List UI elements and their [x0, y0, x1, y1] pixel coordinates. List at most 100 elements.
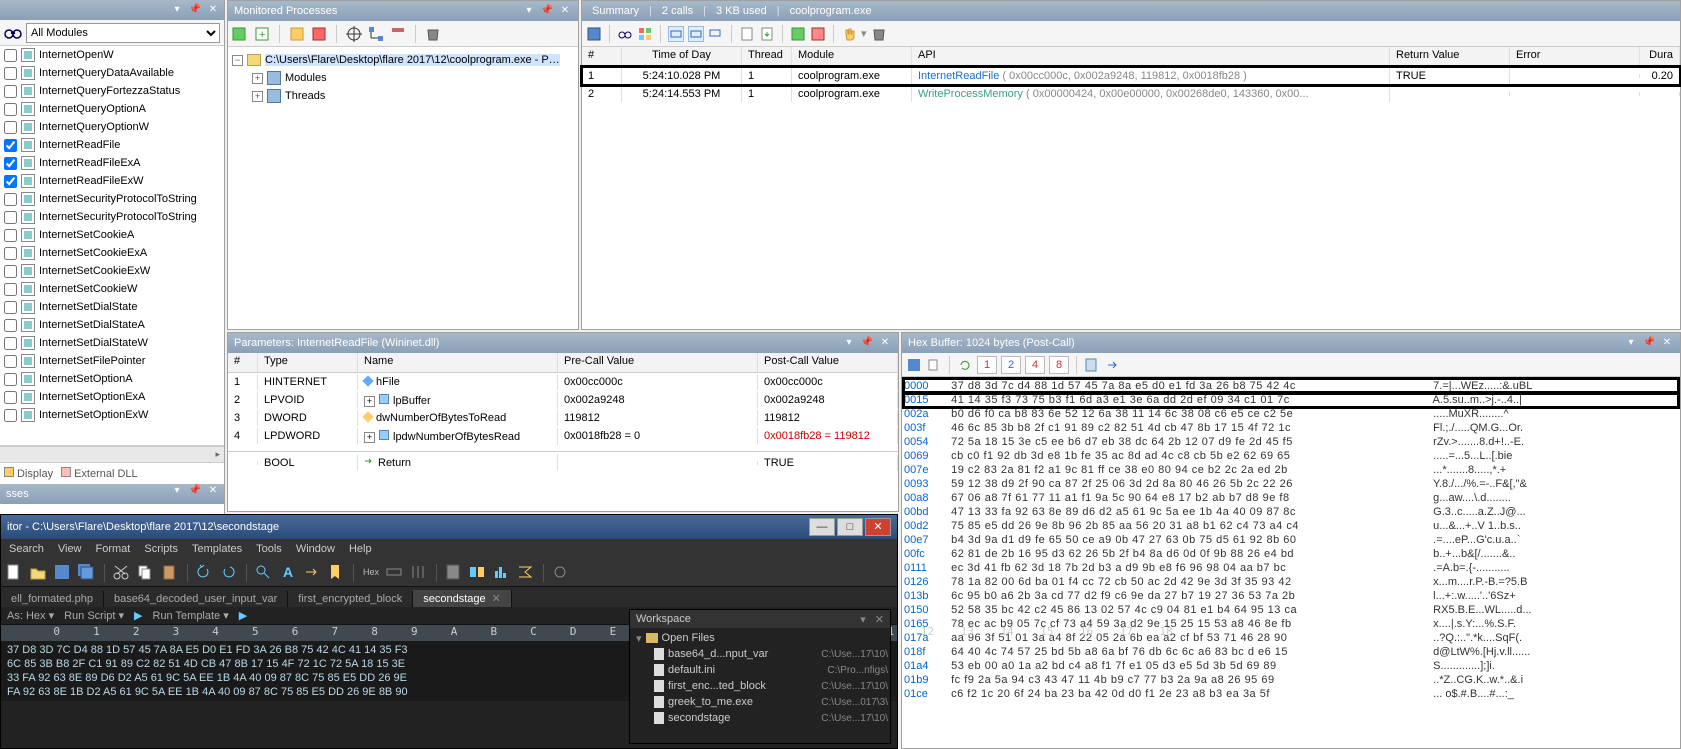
- api-item[interactable]: InternetSetFilePointer: [0, 352, 224, 370]
- close-icon[interactable]: ✕: [878, 336, 892, 350]
- api-checkbox[interactable]: [4, 229, 17, 242]
- params-body[interactable]: 1HINTERNEThFile0x00cc000c0x00cc000c2LPVO…: [228, 373, 898, 445]
- memory-used[interactable]: 3 KB used: [716, 5, 767, 17]
- pin-icon[interactable]: 📌: [188, 3, 202, 17]
- col-num[interactable]: #: [582, 47, 622, 66]
- summary-tab[interactable]: Summary: [592, 5, 639, 17]
- tree-root[interactable]: − C:\Users\Flare\Desktop\flare 2017\12\c…: [232, 51, 574, 69]
- replace-icon[interactable]: A: [278, 563, 298, 583]
- dropdown-icon[interactable]: ▾: [170, 3, 184, 17]
- dropdown-icon[interactable]: ▾: [170, 484, 184, 498]
- saveall-icon[interactable]: [77, 563, 97, 583]
- settings-icon[interactable]: [551, 563, 571, 583]
- api-checkbox[interactable]: [4, 265, 17, 278]
- api-checkbox[interactable]: [4, 373, 17, 386]
- hex-toggle-icon[interactable]: Hex: [361, 563, 381, 583]
- close-button[interactable]: ✕: [865, 518, 891, 536]
- workspace-file[interactable]: greek_to_me.exeC:\Use...017\3\: [632, 694, 888, 710]
- workspace-file[interactable]: default.iniC:\Pro...nfigs\: [632, 662, 888, 678]
- editor-tab[interactable]: base64_decoded_user_input_var: [104, 591, 288, 607]
- link3-icon[interactable]: [708, 26, 724, 42]
- calls-body[interactable]: 15:24:10.028 PM1coolprogram.exeInternetR…: [582, 67, 1680, 103]
- hex-row[interactable]: 003f 46 6c 85 3b b8 2f c1 91 89 c2 82 51…: [904, 421, 1678, 435]
- api-checkbox[interactable]: [4, 49, 17, 62]
- excel-x-icon[interactable]: [810, 26, 826, 42]
- col-module[interactable]: Module: [792, 47, 912, 66]
- api-item[interactable]: InternetOpenW: [0, 46, 224, 64]
- hex-row[interactable]: 01b9 fc f9 2a 5a 94 c3 43 47 11 4b b9 c7…: [904, 673, 1678, 687]
- redo-icon[interactable]: [219, 563, 239, 583]
- close-icon[interactable]: ✕: [206, 484, 220, 498]
- param-row[interactable]: 1HINTERNEThFile0x00cc000c0x00cc000c: [228, 373, 898, 391]
- col-error[interactable]: Error: [1510, 47, 1640, 66]
- menu-scripts[interactable]: Scripts: [144, 543, 178, 555]
- editor-tab[interactable]: ell_formated.php: [1, 591, 104, 607]
- doc-icon[interactable]: [739, 26, 755, 42]
- dropdown-icon[interactable]: ▾: [860, 614, 866, 626]
- binoculars-icon[interactable]: [4, 24, 22, 42]
- api-checkbox[interactable]: [4, 211, 17, 224]
- api-checkbox[interactable]: [4, 85, 17, 98]
- col-pre[interactable]: Pre-Call Value: [558, 353, 758, 372]
- api-checkbox[interactable]: [4, 139, 17, 152]
- maximize-button[interactable]: □: [837, 518, 863, 536]
- workspace-file[interactable]: base64_d...nput_varC:\Use...17\10\: [632, 646, 888, 662]
- copy-icon[interactable]: [136, 563, 156, 583]
- byte-8-button[interactable]: 8: [1049, 356, 1069, 374]
- hex-row[interactable]: 0093 59 12 38 d9 2f 90 ca 87 2f 25 06 3d…: [904, 477, 1678, 491]
- hex-row[interactable]: 00d2 75 85 e5 dd 26 9e 8b 96 2b 85 aa 56…: [904, 519, 1678, 533]
- warn-icon[interactable]: [289, 26, 305, 42]
- stop-icon[interactable]: [311, 26, 327, 42]
- api-checkbox[interactable]: [4, 355, 17, 368]
- hex-row[interactable]: 00a8 67 06 a8 7f 61 77 11 a1 f1 9a 5c 90…: [904, 491, 1678, 505]
- api-item[interactable]: InternetQueryOptionW: [0, 118, 224, 136]
- api-item[interactable]: InternetSetDialStateA: [0, 316, 224, 334]
- expand-icon[interactable]: +: [252, 73, 263, 84]
- cut-icon[interactable]: [112, 563, 132, 583]
- hex-row[interactable]: 0150 52 58 35 bc 42 c2 45 86 13 02 57 4c…: [904, 603, 1678, 617]
- api-item[interactable]: InternetSetCookieA: [0, 226, 224, 244]
- pin-icon[interactable]: 📌: [1642, 336, 1656, 350]
- add-icon[interactable]: +: [254, 26, 270, 42]
- link2-icon[interactable]: [688, 26, 704, 42]
- hex-row[interactable]: 0126 78 1a 82 00 6d ba 01 f4 cc 72 cb 50…: [904, 575, 1678, 589]
- menu-format[interactable]: Format: [96, 543, 131, 555]
- trash-icon[interactable]: [871, 26, 887, 42]
- play-icon[interactable]: [232, 26, 248, 42]
- process-name[interactable]: coolprogram.exe: [790, 5, 872, 17]
- ruler-icon[interactable]: [385, 563, 405, 583]
- compare-icon[interactable]: [468, 563, 488, 583]
- api-item[interactable]: InternetReadFileExA: [0, 154, 224, 172]
- close-icon[interactable]: ✕: [206, 3, 220, 17]
- new-icon[interactable]: [5, 563, 25, 583]
- api-checkbox[interactable]: [4, 121, 17, 134]
- menu-window[interactable]: Window: [296, 543, 335, 555]
- as-dropdown[interactable]: As: Hex ▾: [7, 609, 54, 622]
- dropdown-icon[interactable]: ▾: [522, 4, 536, 18]
- tree-item-modules[interactable]: + Modules: [232, 69, 574, 87]
- close-icon[interactable]: ✕: [558, 4, 572, 18]
- col-name[interactable]: Name: [358, 353, 558, 372]
- workspace-body[interactable]: ▾ Open Files base64_d...nput_varC:\Use..…: [630, 628, 890, 728]
- workspace-root[interactable]: ▾ Open Files: [632, 630, 888, 646]
- col-num[interactable]: #: [228, 353, 258, 372]
- hex-row[interactable]: 0054 72 5a 18 15 3e c5 ee b6 d7 eb 38 dc…: [904, 435, 1678, 449]
- byte-2-button[interactable]: 2: [1001, 356, 1021, 374]
- hex-body[interactable]: 0000 37 d8 3d 7c d4 88 1d 57 45 7a 8a e5…: [902, 377, 1680, 703]
- hex-row[interactable]: 00bd 47 13 33 fa 92 63 8e 89 d6 d2 a5 61…: [904, 505, 1678, 519]
- hex-row[interactable]: 00e7 b4 3d 9a d1 d9 fe 65 50 ce a9 0b 47…: [904, 533, 1678, 547]
- hex-row[interactable]: 0069 cb c0 f1 92 db 3d e8 1b fe 35 ac 8d…: [904, 449, 1678, 463]
- pin-icon[interactable]: 📌: [540, 4, 554, 18]
- collapse-icon[interactable]: −: [232, 55, 243, 66]
- dropdown-icon[interactable]: ▾: [1624, 336, 1638, 350]
- histogram-icon[interactable]: [492, 563, 512, 583]
- byte-4-button[interactable]: 4: [1025, 356, 1045, 374]
- api-item[interactable]: InternetSetDialState: [0, 298, 224, 316]
- display-toggle[interactable]: Display: [4, 467, 53, 480]
- hex-row[interactable]: 013b 6c 95 b0 a6 2b 3a cd 77 d2 f9 c6 9e…: [904, 589, 1678, 603]
- byte-1-button[interactable]: 1: [977, 356, 997, 374]
- api-item[interactable]: InternetSetDialStateW: [0, 334, 224, 352]
- find-icon[interactable]: [254, 563, 274, 583]
- workspace-file[interactable]: secondstageC:\Use...17\10\: [632, 710, 888, 726]
- call-row[interactable]: 15:24:10.028 PM1coolprogram.exeInternetR…: [582, 67, 1680, 85]
